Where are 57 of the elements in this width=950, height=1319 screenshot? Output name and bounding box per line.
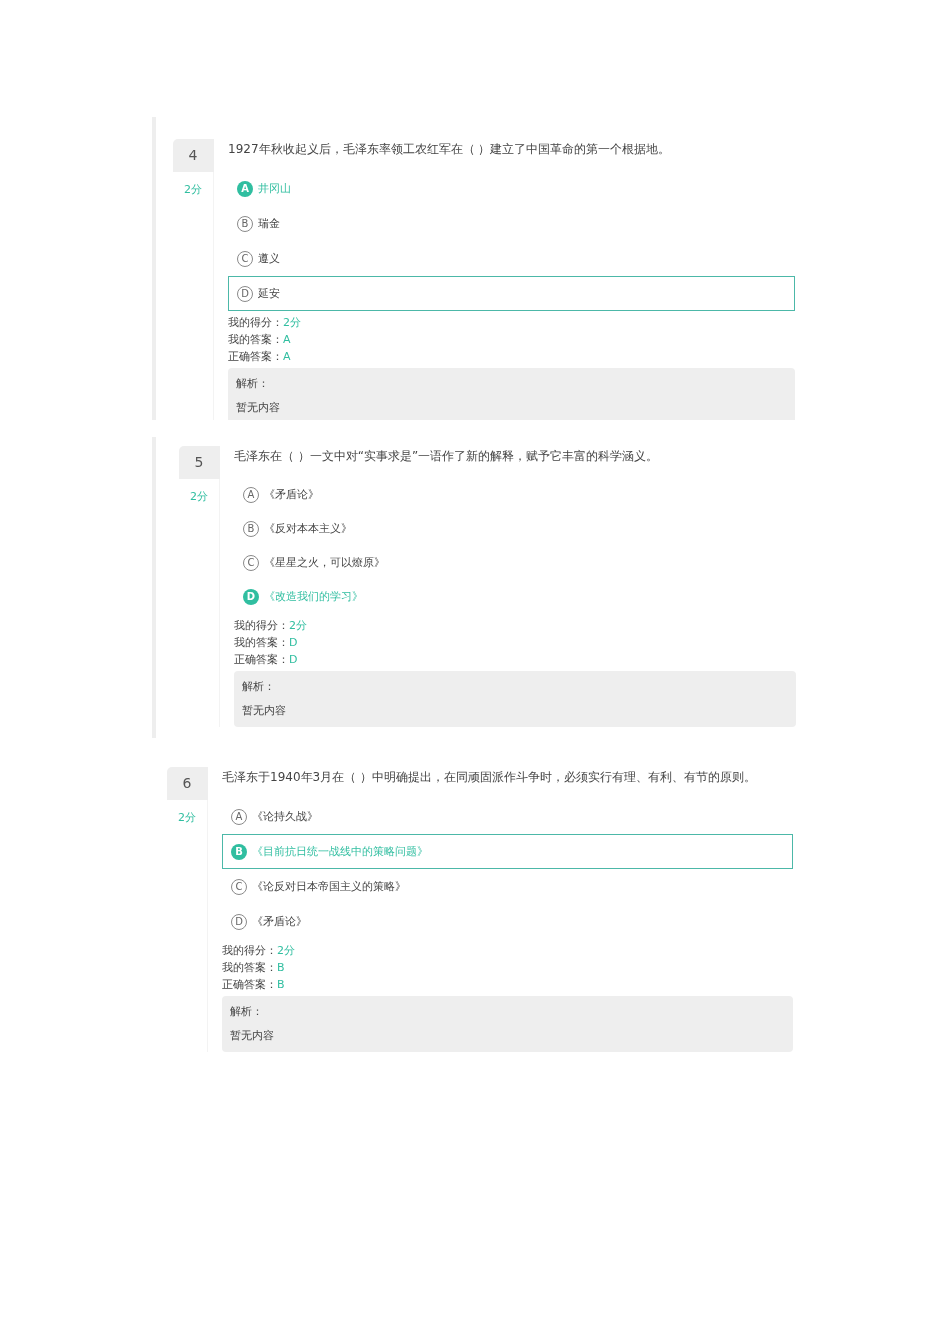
option-text: 《改造我们的学习》 (264, 589, 363, 605)
result-value: B (277, 977, 285, 993)
option-text: 《论反对日本帝国主义的策略》 (252, 878, 406, 895)
result-label: 我的答案： (234, 635, 289, 651)
result-label: 正确答案： (222, 977, 277, 993)
result-value: 2分 (283, 315, 301, 331)
option-text: 《星星之火，可以燎原》 (264, 555, 385, 571)
answer-option[interactable]: C 《论反对日本帝国主义的策略》 (222, 869, 793, 904)
analysis-text: 暂无内容 (230, 1028, 274, 1044)
option-text: 井冈山 (258, 180, 291, 197)
option-marker: D (243, 589, 259, 605)
answer-option[interactable]: A 《论持久战》 (222, 799, 793, 834)
answer-option[interactable]: A 《矛盾论》 (234, 478, 796, 512)
result-label: 我的答案： (228, 332, 283, 348)
result-label: 正确答案： (228, 349, 283, 365)
answer-option[interactable]: D 《矛盾论》 (222, 904, 793, 939)
option-marker: A (237, 180, 253, 197)
option-text: 瑞金 (258, 215, 280, 232)
result-value: B (277, 960, 285, 976)
result-value: D (289, 652, 298, 668)
answer-option[interactable]: B 瑞金 (228, 206, 795, 241)
question-text: 毛泽东在（ ）一文中对“实事求是”一语作了新的解释，赋予它丰富的科学涵义。 (234, 448, 660, 465)
question-text: 1927年秋收起义后，毛泽东率领工农红军在（ ）建立了中国革命的第一个根据地。 (228, 141, 672, 158)
question-number: 4 (172, 139, 214, 172)
result-value: 2分 (277, 943, 295, 959)
result-value: D (289, 635, 298, 651)
option-text: 延安 (258, 285, 280, 302)
question-score: 2分 (190, 489, 208, 505)
option-text: 《矛盾论》 (252, 913, 307, 930)
question-score: 2分 (184, 182, 202, 198)
option-marker: B (231, 843, 247, 860)
answer-option[interactable]: C 《星星之火，可以燎原》 (234, 546, 796, 580)
result-label: 我的得分： (228, 315, 283, 331)
option-text: 《矛盾论》 (264, 487, 319, 503)
analysis-text: 暂无内容 (242, 703, 286, 719)
result-label: 我的答案： (222, 960, 277, 976)
analysis-heading: 解析： (236, 376, 269, 392)
result-value: A (283, 349, 291, 365)
question-number: 5 (178, 446, 220, 479)
analysis-heading: 解析： (230, 1004, 263, 1020)
result-label: 我的得分： (234, 618, 289, 634)
result-value: 2分 (289, 618, 307, 634)
analysis-text: 暂无内容 (236, 400, 280, 416)
option-text: 《反对本本主义》 (264, 521, 352, 537)
question-text: 毛泽东于1940年3月在（ ）中明确提出，在同顽固派作斗争时，必须实行有理、有利、有节的原则。 (222, 769, 757, 786)
result-label: 正确答案： (234, 652, 289, 668)
answer-option[interactable]: B 《反对本本主义》 (234, 512, 796, 546)
question-score: 2分 (178, 810, 196, 826)
analysis-heading: 解析： (242, 679, 275, 695)
answer-option[interactable]: C 遵义 (228, 241, 795, 276)
question-number: 6 (166, 767, 208, 800)
option-text: 《论持久战》 (252, 808, 318, 825)
option-text: 遵义 (258, 250, 280, 267)
result-label: 我的得分： (222, 943, 277, 959)
answer-option[interactable]: D 延安 (228, 276, 795, 311)
option-text: 《目前抗日统一战线中的策略问题》 (252, 843, 428, 860)
result-value: A (283, 332, 291, 348)
